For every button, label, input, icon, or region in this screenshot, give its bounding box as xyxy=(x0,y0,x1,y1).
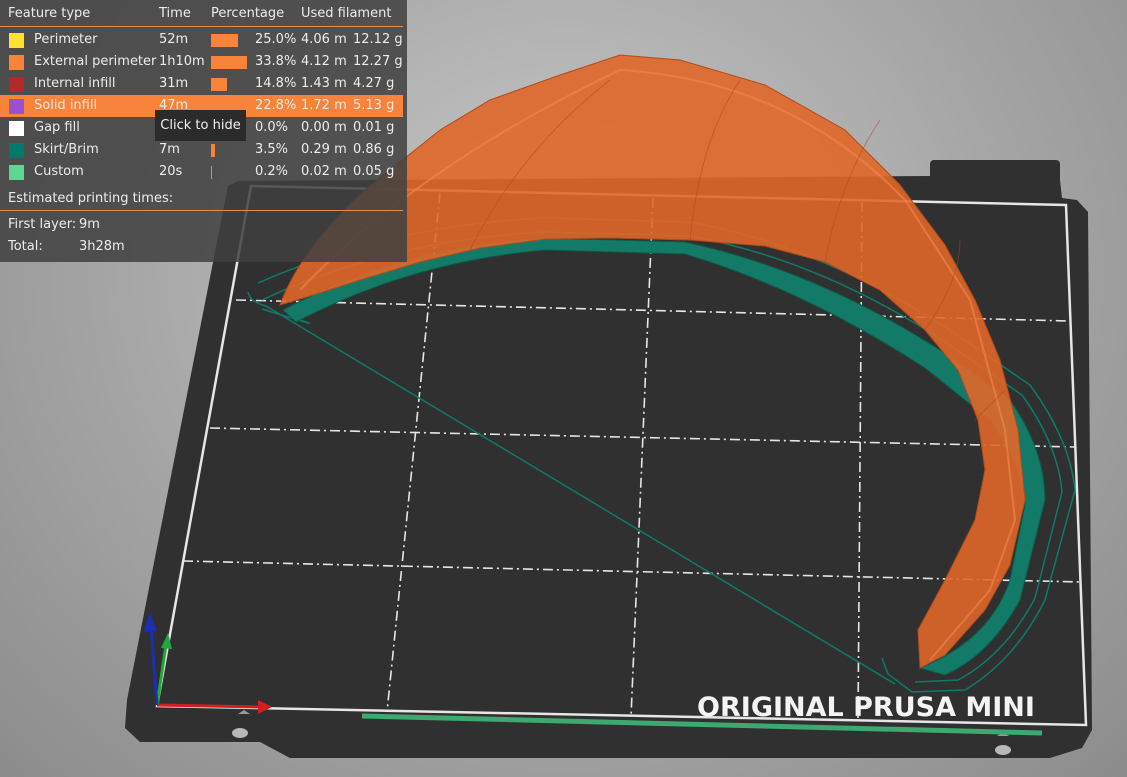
legend-row[interactable]: Skirt/Brim 7m 3.5% 0.29 m 0.86 g xyxy=(0,139,403,161)
feature-percentage: 33.8% xyxy=(255,54,297,69)
percentage-bar xyxy=(211,34,238,47)
percentage-bar xyxy=(211,144,215,157)
feature-weight: 0.05 g xyxy=(353,164,395,179)
estimated-times-label: Estimated printing times: xyxy=(8,191,174,206)
feature-percentage: 0.2% xyxy=(255,164,289,179)
total-value: 3h28m xyxy=(79,239,125,254)
first-layer-label: First layer: xyxy=(8,217,77,232)
feature-time: 52m xyxy=(159,32,189,47)
color-swatch xyxy=(9,99,24,114)
feature-weight: 12.27 g xyxy=(353,54,403,69)
feature-weight: 5.13 g xyxy=(353,98,395,113)
tooltip: Click to hide xyxy=(155,110,246,141)
feature-time: 1h10m xyxy=(159,54,205,69)
feature-percentage: 25.0% xyxy=(255,32,297,47)
header-separator xyxy=(0,26,403,27)
feature-length: 1.43 m xyxy=(301,76,347,91)
feature-percentage: 22.8% xyxy=(255,98,297,113)
total-label: Total: xyxy=(8,239,43,254)
feature-name: Perimeter xyxy=(34,32,98,47)
legend-row[interactable]: Perimeter 52m 25.0% 4.06 m 12.12 g xyxy=(0,29,403,51)
feature-name: External perimeter xyxy=(34,54,157,69)
feature-name: Gap fill xyxy=(34,120,80,135)
feature-length: 4.06 m xyxy=(301,32,347,47)
feature-weight: 12.12 g xyxy=(353,32,403,47)
feature-weight: 4.27 g xyxy=(353,76,395,91)
color-swatch xyxy=(9,121,24,136)
feature-length: 0.29 m xyxy=(301,142,347,157)
color-swatch xyxy=(9,165,24,180)
feature-length: 4.12 m xyxy=(301,54,347,69)
feature-percentage: 14.8% xyxy=(255,76,297,91)
header-percentage: Percentage xyxy=(211,6,285,21)
feature-weight: 0.86 g xyxy=(353,142,395,157)
summary-separator xyxy=(0,210,403,211)
feature-length: 1.72 m xyxy=(301,98,347,113)
feature-weight: 0.01 g xyxy=(353,120,395,135)
feature-percentage: 0.0% xyxy=(255,120,289,135)
color-swatch xyxy=(9,55,24,70)
percentage-bar xyxy=(211,56,247,69)
color-swatch xyxy=(9,33,24,48)
header-used-filament: Used filament xyxy=(301,6,392,21)
percentage-bar xyxy=(211,166,212,179)
legend-row[interactable]: Custom 20s 0.2% 0.02 m 0.05 g xyxy=(0,161,403,183)
feature-length: 0.02 m xyxy=(301,164,347,179)
feature-name: Skirt/Brim xyxy=(34,142,99,157)
color-swatch xyxy=(9,143,24,158)
feature-length: 0.00 m xyxy=(301,120,347,135)
percentage-bar xyxy=(211,78,227,91)
legend-row[interactable]: Internal infill 31m 14.8% 1.43 m 4.27 g xyxy=(0,73,403,95)
legend-panel: Feature type Time Percentage Used filame… xyxy=(0,0,407,262)
feature-percentage: 3.5% xyxy=(255,142,289,157)
feature-time: 7m xyxy=(159,142,180,157)
feature-name: Internal infill xyxy=(34,76,116,91)
feature-name: Solid infill xyxy=(34,98,98,113)
feature-time: 20s xyxy=(159,164,183,179)
header-time: Time xyxy=(159,6,191,21)
legend-row[interactable]: External perimeter 1h10m 33.8% 4.12 m 12.27 … xyxy=(0,51,403,73)
first-layer-value: 9m xyxy=(79,217,100,232)
bed-label: ORIGINAL PRUSA MINI xyxy=(697,692,1035,723)
feature-name: Custom xyxy=(34,164,84,179)
feature-time: 31m xyxy=(159,76,189,91)
header-feature-type: Feature type xyxy=(8,6,91,21)
color-swatch xyxy=(9,77,24,92)
